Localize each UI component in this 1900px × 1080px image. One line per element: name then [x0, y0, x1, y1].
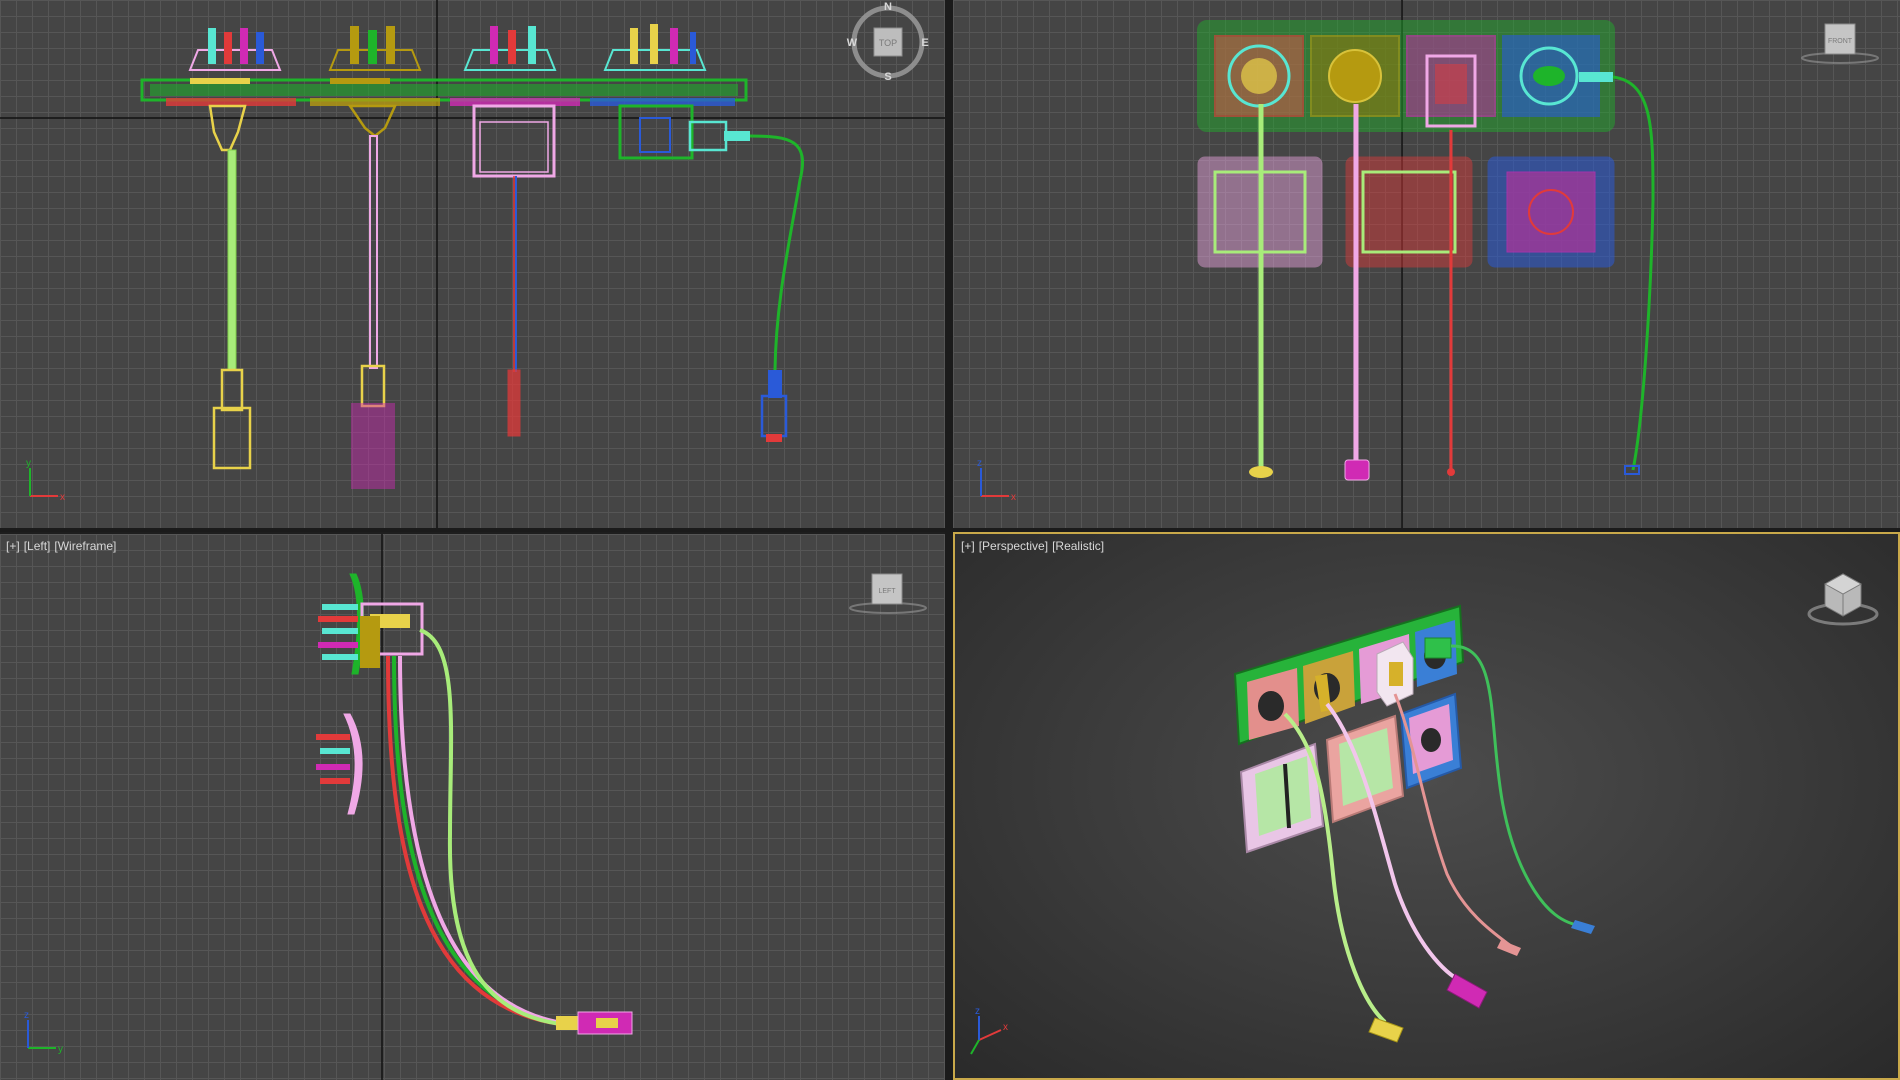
viewport-shading-mode[interactable]: [Wireframe]: [54, 539, 116, 553]
cables-front-view: [1249, 75, 1655, 481]
viewport-divider-horizontal[interactable]: [0, 528, 1900, 532]
perspective-scene: x z: [970, 573, 1879, 1055]
viewport-menu-plus[interactable]: [+]: [961, 539, 975, 553]
viewcube-left[interactable]: LEFT: [849, 573, 927, 614]
view-compass[interactable]: TOP N S E W: [847, 1, 929, 83]
axis-x-label: x: [60, 492, 65, 503]
viewport-perspective[interactable]: [+] [Perspective] [Realistic] x z: [953, 532, 1900, 1080]
axis-x-label: x: [1011, 492, 1016, 503]
viewcube-front[interactable]: FRONT: [1801, 23, 1879, 64]
viewport-divider-vertical[interactable]: [945, 0, 953, 1080]
viewport-view-name[interactable]: [Perspective]: [979, 539, 1048, 553]
viewcube-perspective[interactable]: [1807, 573, 1879, 626]
cable-red-top: [472, 104, 556, 437]
top-view-scene: TOP N S E W x y: [0, 0, 945, 528]
viewcube-label-left: LEFT: [878, 588, 896, 595]
front-view-scene: FRONT x z: [977, 0, 1879, 528]
upper-socket-profile: [318, 573, 424, 675]
left-view-scene: LEFT y z: [24, 534, 927, 1080]
axis-y-label: y: [58, 1044, 63, 1055]
compass-east: E: [921, 37, 928, 49]
viewport-layout: TOP N S E W x y FRONT x z [+] [Left] [Wi…: [0, 0, 1900, 1080]
viewport-front[interactable]: FRONT x z: [953, 0, 1900, 528]
cables-left-view: [386, 628, 633, 1035]
viewport-left[interactable]: [+] [Left] [Wireframe] LEFT y z: [0, 534, 945, 1080]
axis-z-label: z: [24, 1010, 29, 1021]
axis-tripod-left: y z: [24, 1010, 63, 1055]
viewport-label-perspective: [+] [Perspective] [Realistic]: [961, 539, 1108, 553]
strip-top-view: [140, 78, 748, 106]
viewport-menu-plus[interactable]: [+]: [6, 539, 20, 553]
viewcube-label-top: TOP: [879, 38, 897, 48]
cable-pink-top: [347, 104, 397, 489]
axis-tripod-perspective: x z: [970, 1006, 1008, 1055]
cable-green-top: [618, 104, 805, 442]
viewport-label-left: [+] [Left] [Wireframe]: [6, 539, 120, 553]
axis-x-label: x: [1003, 1022, 1008, 1033]
axis-y-label: y: [26, 458, 31, 469]
viewport-top[interactable]: TOP N S E W x y: [0, 0, 945, 528]
viewport-shading-mode[interactable]: [Realistic]: [1052, 539, 1104, 553]
compass-south: S: [884, 71, 891, 83]
axis-z-label: z: [977, 458, 982, 469]
cable-yellow-top: [208, 104, 252, 470]
compass-west: W: [847, 37, 858, 49]
compass-north: N: [884, 1, 892, 13]
axis-z-label: z: [975, 1006, 980, 1017]
axis-tripod-top: x y: [26, 458, 65, 503]
axis-tripod-front: x z: [977, 458, 1016, 503]
lower-socket-profile: [316, 713, 363, 815]
viewcube-label-front: FRONT: [1828, 38, 1853, 45]
prongs-top-view: [188, 24, 707, 71]
viewport-view-name[interactable]: [Left]: [24, 539, 51, 553]
